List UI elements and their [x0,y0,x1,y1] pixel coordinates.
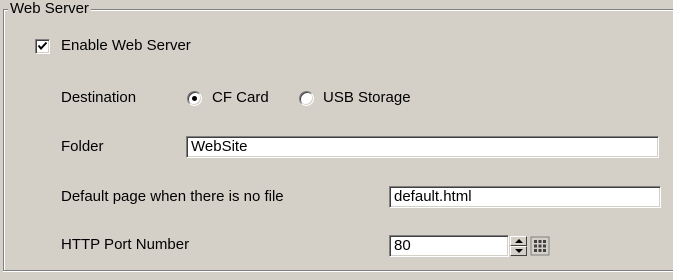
radio-cf-card[interactable] [187,91,202,106]
enable-web-server-checkbox[interactable] [35,39,50,54]
enable-web-server-label[interactable]: Enable Web Server [61,37,191,55]
keypad-icon [530,236,550,256]
folder-input[interactable]: WebSite [186,136,659,158]
default-page-input[interactable]: default.html [389,186,661,208]
spin-down-button[interactable] [510,246,527,256]
spin-up-button[interactable] [510,236,527,246]
radio-usb-storage-label[interactable]: USB Storage [323,89,411,107]
http-port-label: HTTP Port Number [61,236,190,253]
arrow-down-icon [515,249,523,253]
arrow-up-icon [515,239,523,243]
http-port-input[interactable]: 80 [389,235,509,257]
radio-selected-dot [192,96,197,101]
group-title: Web Server [8,0,91,18]
checkmark-icon [37,41,48,51]
radio-cf-card-label[interactable]: CF Card [212,89,269,107]
default-page-label: Default page when there is no file [61,188,284,205]
radio-usb-storage[interactable] [299,91,314,106]
folder-label: Folder [61,138,104,155]
http-port-spinner [510,236,527,256]
keypad-button[interactable] [530,236,550,256]
groupbox-bottom-edge [3,270,673,273]
destination-label: Destination [61,89,137,106]
